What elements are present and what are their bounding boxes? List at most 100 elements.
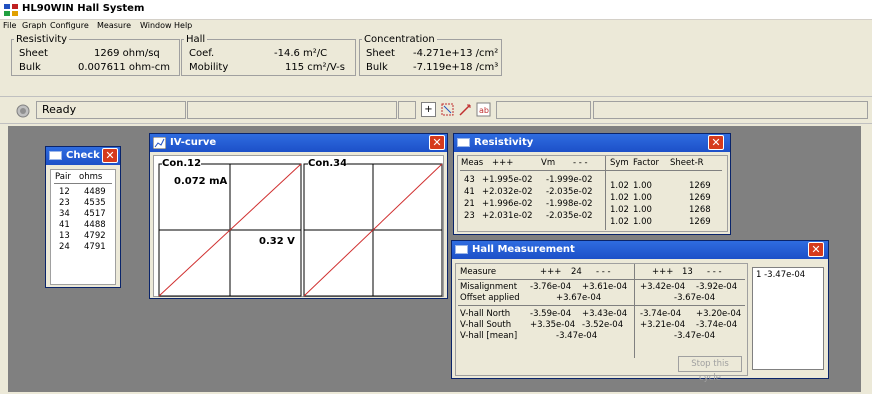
vhall-mean-label: V-hall [mean] — [460, 331, 518, 341]
hall-result-item[interactable]: 1 -3.47e-04 — [756, 270, 805, 280]
misalignment-b: +3.61e-04 — [582, 282, 628, 292]
vhall-south-d: -3.74e-04 — [696, 320, 738, 330]
res-header-vm: Vm — [541, 158, 556, 168]
check-close-button[interactable]: ✕ — [102, 148, 118, 163]
hall-header-minus-24: - - - — [596, 267, 611, 277]
resistivity-table: Meas +++ Vm - - - Sym Factor Sheet-R 43 … — [457, 155, 728, 232]
vhall-north-a: -3.59e-04 — [530, 309, 572, 319]
hall-measurement-window[interactable]: Hall Measurement ✕ Measure +++ 24 - - - … — [451, 240, 829, 383]
zoom-box-icon[interactable] — [440, 102, 455, 117]
hall-result-list[interactable]: 1 -3.47e-04 — [752, 267, 824, 370]
app-icon — [4, 4, 18, 16]
hall-header-minus-13: - - - — [707, 267, 722, 277]
check-pair: 34 — [59, 209, 70, 219]
iv-titlebar[interactable]: IV-curve — [150, 134, 447, 152]
hall-header-plus-24: +++ — [540, 267, 562, 277]
vhall-north-b: +3.43e-04 — [582, 309, 628, 319]
menu-measure[interactable]: Measure — [97, 21, 131, 30]
res-row-plus: +1.995e-02 — [482, 175, 533, 185]
misalignment-d: -3.92e-04 — [696, 282, 738, 292]
hall-legend: Hall — [186, 34, 206, 45]
status-field-4 — [496, 101, 591, 119]
res-row-meas: 41 — [464, 187, 475, 197]
res-row-sym: 1.02 — [610, 205, 629, 215]
res-row-sheetr: 1269 — [689, 193, 711, 203]
hall-mobility-value: 115 cm²/V-s — [285, 62, 345, 73]
check-ohms: 4791 — [84, 242, 106, 252]
res-row-factor: 1.00 — [633, 181, 652, 191]
vhall-mean-b: -3.47e-04 — [674, 331, 716, 341]
resistivity-window[interactable]: Resistivity ✕ Meas +++ Vm - - - Sym Fact… — [453, 133, 731, 235]
res-row-sym: 1.02 — [610, 193, 629, 203]
iv-left-label: Con.12 — [162, 158, 202, 169]
cursor-tool-icon[interactable]: + — [421, 102, 436, 117]
window-icon — [49, 151, 62, 160]
check-pair: 41 — [59, 220, 70, 230]
check-header-ohms: ohms — [79, 172, 103, 182]
hall-coef-value: -14.6 m²/C — [274, 48, 328, 59]
check-header-divider — [54, 183, 112, 184]
concentration-legend: Concentration — [364, 34, 435, 45]
menu-graph[interactable]: Graph — [22, 21, 47, 30]
svg-text:ab: ab — [479, 106, 489, 115]
misalignment-c: +3.42e-04 — [640, 282, 686, 292]
menu-bar: File Graph Configure Measure Window Help — [0, 20, 872, 34]
res-bulk-label: Bulk — [19, 62, 41, 73]
vhall-mean-a: -3.47e-04 — [556, 331, 598, 341]
chart-icon — [153, 137, 166, 149]
hall-table: Measure +++ 24 - - - +++ 13 - - - Misali… — [455, 263, 748, 383]
res-sheet-label: Sheet — [19, 48, 48, 59]
res-bulk-value: 0.007611 ohm-cm — [78, 62, 170, 73]
check-ohms: 4489 — [84, 187, 106, 197]
status-icon[interactable] — [16, 104, 30, 118]
menu-window[interactable]: Window — [140, 21, 172, 30]
res-sheet-value: 1269 ohm/sq — [94, 48, 160, 59]
res-row-sheetr: 1269 — [689, 217, 711, 227]
offset-b: -3.67e-04 — [674, 293, 716, 303]
hall-mid-divider — [458, 305, 745, 306]
status-toolbar: Ready + ab — [0, 96, 872, 124]
vhall-south-a: +3.35e-04 — [530, 320, 576, 330]
resistivity-titlebar[interactable]: Resistivity — [454, 134, 730, 152]
offset-label: Offset applied — [460, 293, 520, 303]
vhall-south-c: +3.21e-04 — [640, 320, 686, 330]
res-row-meas: 21 — [464, 199, 475, 209]
vhall-north-d: +3.20e-04 — [696, 309, 742, 319]
res-row-factor: 1.00 — [633, 193, 652, 203]
hall-header-plus-13: +++ — [652, 267, 674, 277]
res-row-plus: +2.031e-02 — [482, 211, 533, 221]
resistivity-close-button[interactable]: ✕ — [708, 135, 724, 150]
conc-bulk-label: Bulk — [366, 62, 388, 73]
res-row-minus: -1.998e-02 — [546, 199, 593, 209]
status-field-5 — [593, 101, 868, 119]
res-header-sym: Sym — [610, 158, 629, 168]
check-pair: 24 — [59, 242, 70, 252]
stop-cycle-button[interactable]: Stop this cycle — [678, 356, 742, 383]
iv-curve-window[interactable]: IV-curve ✕ Con.12 Con.34 0.072 mA 0.32 V — [149, 133, 448, 299]
check-ohms: 4517 — [84, 209, 106, 219]
check-window[interactable]: Check ✕ Pair ohms 12 4489 23 4535 34 4517 4… — [45, 146, 121, 288]
res-row-sym: 1.02 — [610, 181, 629, 191]
menu-help[interactable]: Help — [174, 21, 192, 30]
check-pair: 12 — [59, 187, 70, 197]
text-tool-icon[interactable]: ab — [476, 102, 491, 117]
menu-file[interactable]: File — [3, 21, 16, 30]
hall-header-24: 24 — [571, 267, 582, 277]
res-row-sheetr: 1269 — [689, 181, 711, 191]
res-header-minus: - - - — [573, 158, 588, 168]
resistivity-legend: Resistivity — [16, 34, 68, 45]
hall-titlebar[interactable]: Hall Measurement — [452, 241, 828, 259]
res-row-meas: 23 — [464, 211, 475, 221]
hall-close-button[interactable]: ✕ — [808, 242, 824, 257]
iv-close-button[interactable]: ✕ — [429, 135, 445, 150]
res-row-factor: 1.00 — [633, 217, 652, 227]
hall-header-measure: Measure — [460, 267, 497, 277]
menu-configure[interactable]: Configure — [50, 21, 89, 30]
res-header-divider — [460, 170, 722, 171]
hall-title: Hall Measurement — [472, 244, 575, 255]
res-header-meas: Meas — [461, 158, 484, 168]
window-icon — [455, 245, 468, 254]
check-ohms: 4792 — [84, 231, 106, 241]
res-col-divider — [605, 156, 606, 230]
line-tool-icon[interactable] — [458, 102, 473, 117]
